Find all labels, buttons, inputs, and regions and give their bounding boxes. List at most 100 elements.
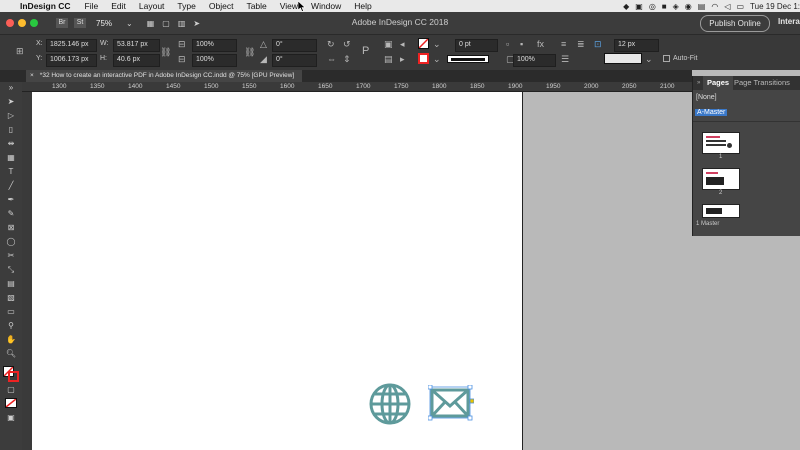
rotate-ccw-icon[interactable]: ↺ — [343, 39, 351, 49]
drop-shadow-icon[interactable]: ▪ — [520, 39, 523, 49]
page-thumbnail-3[interactable] — [702, 204, 740, 218]
stroke-color-swatch[interactable] — [8, 371, 19, 382]
opacity-field[interactable]: 100% — [513, 54, 556, 67]
wifi-icon[interactable]: ◠ — [711, 2, 718, 11]
arrange-icon[interactable]: ▥ — [178, 19, 186, 28]
x-field[interactable]: 1825.146 px — [46, 39, 97, 52]
free-transform-tool-icon[interactable]: ⤡ — [4, 264, 18, 276]
shield-icon[interactable]: ▣ — [635, 2, 643, 11]
creative-cloud-icon[interactable]: ◎ — [649, 2, 656, 11]
pen-tool-icon[interactable]: ✒ — [4, 194, 18, 206]
chevron-down-icon[interactable]: ⌄ — [433, 54, 441, 64]
eyedropper-tool-icon[interactable]: ⚲ — [4, 320, 18, 332]
rotate-cw-icon[interactable]: ↻ — [327, 39, 335, 49]
menu-window[interactable]: Window — [311, 1, 341, 11]
wrap-icon[interactable]: ▫ — [506, 39, 509, 49]
panel-collapse-icon[interactable]: » — [697, 76, 700, 90]
note-tool-icon[interactable]: ▭ — [4, 306, 18, 318]
zoom-level[interactable]: 75% — [96, 19, 112, 28]
apply-none-swatch[interactable] — [5, 398, 17, 408]
menu-layout[interactable]: Layout — [139, 1, 165, 11]
style-selector[interactable] — [604, 53, 642, 64]
zoom-window-button[interactable] — [30, 19, 38, 27]
dropbox-icon[interactable]: ◆ — [623, 2, 629, 11]
menu-type[interactable]: Type — [177, 1, 195, 11]
chevron-down-icon[interactable]: ⌄ — [645, 54, 653, 64]
line-tool-icon[interactable]: ╱ — [4, 180, 18, 192]
scissors-tool-icon[interactable]: ✂ — [4, 250, 18, 262]
reference-point-icon[interactable]: ⊞ — [16, 46, 24, 56]
screen-mode-icon[interactable]: ▢ — [162, 19, 170, 28]
formatting-container-icon[interactable]: ▢ — [4, 384, 18, 396]
menu-edit[interactable]: Edit — [111, 1, 126, 11]
align-center-icon[interactable]: ≣ — [577, 39, 585, 49]
select-content-icon[interactable]: ▤ — [384, 54, 393, 64]
workspace-switcher[interactable]: Intera — [778, 17, 800, 26]
auto-fit-checkbox[interactable] — [663, 55, 670, 62]
panel-collapse-icon[interactable]: » — [4, 82, 18, 94]
rectangle-frame-tool-icon[interactable]: ⊠ — [4, 222, 18, 234]
menu-view[interactable]: View — [280, 1, 298, 11]
gap-field[interactable]: 12 px — [614, 39, 659, 52]
page-tool-icon[interactable]: ▯ — [4, 124, 18, 136]
page-thumbnail-1[interactable] — [702, 132, 740, 154]
view-options-icon[interactable]: ▦ — [147, 19, 155, 28]
selection-tool-icon[interactable]: ➤ — [4, 96, 18, 108]
pencil-tool-icon[interactable]: ✎ — [4, 208, 18, 220]
stroke-swatch[interactable] — [418, 53, 429, 64]
scale-y-field[interactable]: 100% — [192, 54, 237, 67]
menu-help[interactable]: Help — [354, 1, 371, 11]
h-field[interactable]: 40.6 px — [113, 54, 160, 67]
tab-page-transitions[interactable]: Page Transitions — [734, 76, 790, 90]
hand-tool-icon[interactable]: ✋ — [4, 334, 18, 346]
battery-icon[interactable]: ▭ — [736, 2, 744, 11]
minimize-window-button[interactable] — [18, 19, 26, 27]
select-container-icon[interactable]: ▣ — [384, 39, 393, 49]
none-master[interactable]: [None] — [696, 94, 717, 101]
page-thumbnail-2[interactable] — [702, 168, 740, 190]
flip-horizontal-icon[interactable]: ⇔ — [327, 54, 336, 64]
ellipse-tool-icon[interactable]: ◯ — [4, 236, 18, 248]
close-tab-icon[interactable]: × — [30, 72, 34, 79]
stock-button[interactable]: St — [74, 18, 86, 28]
publish-icon[interactable]: ➤ — [193, 19, 200, 28]
document-tab[interactable]: × *32 How to create an interactive PDF in… — [26, 70, 302, 82]
direct-selection-tool-icon[interactable]: ▷ — [4, 110, 18, 122]
publish-online-button[interactable]: Publish Online — [700, 15, 770, 32]
shear-field[interactable]: 0° — [272, 54, 317, 67]
menu-object[interactable]: Object — [209, 1, 234, 11]
clock[interactable]: Tue 19 Dec 1: — [750, 2, 800, 11]
fill-swatch[interactable] — [418, 38, 429, 49]
rotation-field[interactable]: 0° — [272, 39, 317, 52]
scale-x-field[interactable]: 100% — [192, 39, 237, 52]
chevron-down-icon[interactable]: ⌄ — [433, 39, 441, 49]
record-icon[interactable]: ■ — [662, 2, 667, 11]
zoom-tool-icon[interactable]: 🔍︎ — [4, 348, 18, 360]
constrain-scale-icon[interactable]: ⛓ — [244, 47, 255, 57]
lock-icon[interactable]: ◈ — [673, 2, 679, 11]
reference-p-icon[interactable]: P — [362, 46, 369, 57]
content-collector-icon[interactable]: ▦ — [4, 152, 18, 164]
tab-pages[interactable]: Pages — [703, 76, 734, 90]
next-object-icon[interactable]: ▸ — [400, 54, 405, 64]
menu-app-name[interactable]: InDesign CC — [20, 1, 71, 11]
envelope-icon[interactable] — [428, 385, 474, 421]
distribute-icon[interactable]: ☰ — [561, 54, 569, 64]
y-field[interactable]: 1006.173 px — [46, 54, 97, 67]
volume-icon[interactable]: ◉ — [685, 2, 692, 11]
speaker-icon[interactable]: ◁ — [724, 2, 730, 11]
a-master[interactable]: A-Master — [695, 109, 728, 116]
gradient-feather-tool-icon[interactable]: ▧ — [4, 292, 18, 304]
gap-tool-icon[interactable]: ⇹ — [4, 138, 18, 150]
camera-icon[interactable]: ▤ — [698, 2, 706, 11]
bridge-button[interactable]: Br — [56, 18, 68, 28]
flip-vertical-icon[interactable]: ⇕ — [343, 54, 351, 64]
previous-object-icon[interactable]: ◂ — [400, 39, 405, 49]
stroke-weight-field[interactable]: 0 pt — [455, 39, 498, 52]
menu-file[interactable]: File — [85, 1, 99, 11]
effects-icon[interactable]: fx — [537, 39, 544, 49]
stroke-type-selector[interactable] — [447, 55, 489, 63]
constrain-proportions-icon[interactable]: ⛓ — [160, 47, 171, 57]
menu-table[interactable]: Table — [246, 1, 266, 11]
type-tool-icon[interactable]: T — [4, 166, 18, 178]
